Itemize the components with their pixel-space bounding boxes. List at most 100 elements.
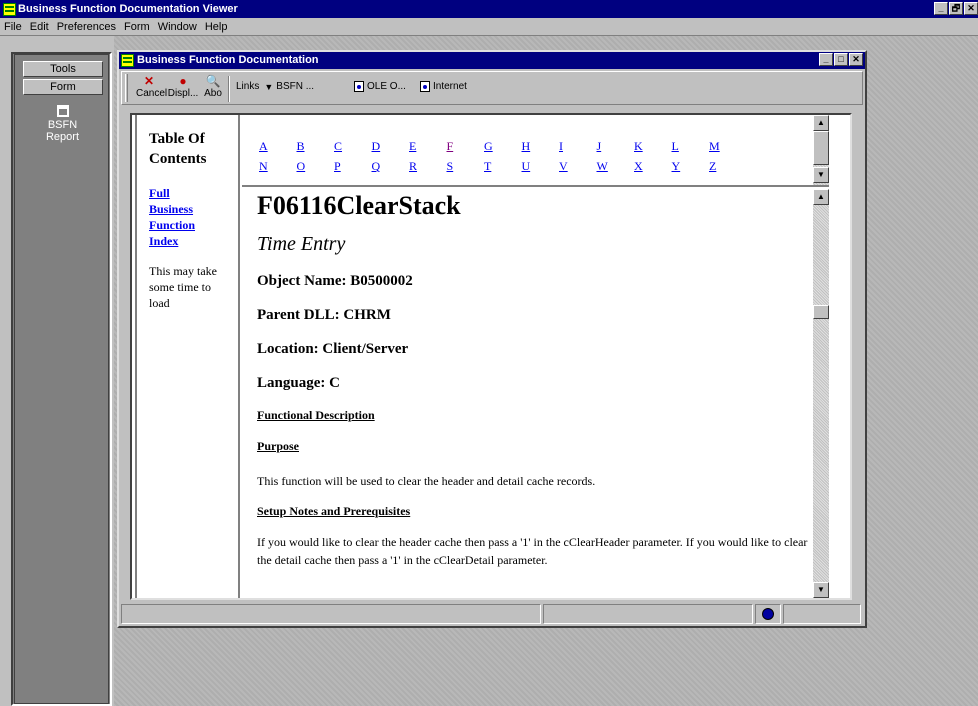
- about-button[interactable]: 🔍 Abo: [202, 74, 224, 99]
- about-icon: 🔍: [205, 74, 221, 88]
- letter-link[interactable]: D: [372, 139, 410, 154]
- globe-icon: [762, 608, 774, 620]
- child-minimize-button[interactable]: _: [819, 53, 833, 66]
- menu-help[interactable]: Help: [205, 21, 228, 33]
- purpose-heading: Purpose: [257, 439, 299, 453]
- child-close-button[interactable]: ✕: [849, 53, 863, 66]
- ole-doc-icon: [354, 81, 364, 92]
- alphabet-row-2: N O P Q R S T U V W X Y Z: [259, 159, 747, 174]
- child-maximize-button[interactable]: □: [834, 53, 848, 66]
- letter-link[interactable]: B: [297, 139, 335, 154]
- display-label: Displ...: [167, 88, 199, 99]
- links-label: Links: [236, 81, 260, 92]
- menu-file[interactable]: File: [4, 21, 22, 33]
- letter-link[interactable]: A: [259, 139, 297, 154]
- menu-bar: File Edit Preferences Form Window Help: [0, 18, 978, 36]
- letter-link[interactable]: Z: [709, 159, 747, 174]
- form-button[interactable]: Form: [23, 79, 103, 95]
- child-titlebar: Business Function Documentation _ □ ✕: [119, 52, 865, 69]
- dropdown-arrow-icon: ▼: [264, 81, 274, 92]
- status-pane-secondary: [543, 604, 753, 624]
- status-pane-end: [783, 604, 861, 624]
- scroll-up-arrow-icon[interactable]: ▲: [813, 115, 829, 131]
- bsfn-report-button[interactable]: BSFN Report: [15, 105, 110, 143]
- alphabet-scrollbar[interactable]: ▲ ▼: [813, 115, 829, 185]
- internet-link-button[interactable]: Internet: [420, 81, 467, 92]
- letter-link[interactable]: U: [522, 159, 560, 174]
- letter-link[interactable]: N: [259, 159, 297, 174]
- setup-heading: Setup Notes and Prerequisites: [257, 504, 411, 518]
- tools-button[interactable]: Tools: [23, 61, 103, 77]
- report-label: Report: [45, 131, 80, 143]
- toc-note: This may take some time to load: [149, 264, 217, 310]
- letter-link[interactable]: V: [559, 159, 597, 174]
- about-label: Abo: [204, 88, 222, 99]
- bsfn-link-label: BSFN ...: [276, 81, 315, 92]
- language: Language: C: [257, 375, 340, 391]
- window-icon: [121, 54, 134, 67]
- doc-scroll-up-arrow-icon[interactable]: ▲: [813, 189, 829, 205]
- status-pane-main: [121, 604, 541, 624]
- letter-link[interactable]: S: [447, 159, 485, 174]
- toc-frame: Table Of Contents Full Business Function…: [135, 115, 240, 598]
- location: Location: Client/Server: [257, 341, 409, 357]
- letter-link[interactable]: G: [484, 139, 522, 154]
- setup-text: If you would like to clear the header ca…: [257, 535, 808, 567]
- purpose-text: This function will be used to clear the …: [257, 474, 596, 488]
- menu-window[interactable]: Window: [158, 21, 197, 33]
- report-icon: [56, 105, 69, 117]
- cancel-button[interactable]: ✕ Cancel: [136, 74, 167, 99]
- letter-link[interactable]: C: [334, 139, 372, 154]
- links-dropdown[interactable]: Links ▼ BSFN ...: [236, 81, 314, 92]
- letter-link[interactable]: O: [297, 159, 335, 174]
- bsfn-label: BSFN: [47, 119, 78, 131]
- letter-link[interactable]: T: [484, 159, 522, 174]
- doc-scroll-thumb[interactable]: [813, 305, 829, 319]
- toc-title: Table Of Contents: [149, 131, 207, 167]
- side-panel: Tools Form BSFN Report: [11, 52, 112, 706]
- menu-preferences[interactable]: Preferences: [57, 21, 116, 33]
- menu-edit[interactable]: Edit: [30, 21, 49, 33]
- app-icon: [3, 3, 16, 16]
- letter-link[interactable]: I: [559, 139, 597, 154]
- letter-link[interactable]: E: [409, 139, 447, 154]
- letter-link[interactable]: Y: [672, 159, 710, 174]
- app-title: Business Function Documentation Viewer: [18, 3, 238, 15]
- child-title: Business Function Documentation: [137, 54, 319, 66]
- status-pane-globe: [755, 604, 781, 624]
- ole-label: OLE O...: [367, 81, 406, 92]
- letter-link[interactable]: Q: [372, 159, 410, 174]
- letter-link[interactable]: F: [447, 139, 485, 154]
- menu-form[interactable]: Form: [124, 21, 150, 33]
- restore-button[interactable]: 🗗: [949, 2, 963, 15]
- display-button[interactable]: ● Displ...: [166, 74, 200, 99]
- letter-link[interactable]: R: [409, 159, 447, 174]
- letter-link[interactable]: X: [634, 159, 672, 174]
- letter-link[interactable]: L: [672, 139, 710, 154]
- doc-scroll-down-arrow-icon[interactable]: ▼: [813, 582, 829, 598]
- ole-link-button[interactable]: OLE O...: [354, 81, 406, 92]
- document-frame: F06116ClearStack Time Entry Object Name:…: [242, 189, 829, 598]
- full-index-link[interactable]: Full Business Function Index: [149, 185, 209, 249]
- child-window-controls: _ □ ✕: [819, 53, 863, 66]
- letter-link[interactable]: M: [709, 139, 747, 154]
- app-titlebar: Business Function Documentation Viewer _…: [0, 0, 978, 18]
- close-button[interactable]: ✕: [964, 2, 978, 15]
- minimize-button[interactable]: _: [934, 2, 948, 15]
- window-controls: _ 🗗 ✕: [934, 2, 978, 15]
- object-name: Object Name: B0500002: [257, 273, 413, 289]
- scroll-thumb[interactable]: [813, 131, 829, 165]
- document-scrollbar[interactable]: ▲ ▼: [813, 189, 829, 598]
- letter-link[interactable]: W: [597, 159, 635, 174]
- cancel-x-icon: ✕: [143, 74, 155, 88]
- function-subtitle: Time Entry: [257, 233, 346, 255]
- internet-label: Internet: [433, 81, 467, 92]
- documentation-window: Business Function Documentation _ □ ✕ ✕ …: [117, 50, 867, 628]
- letter-link[interactable]: J: [597, 139, 635, 154]
- letter-link[interactable]: H: [522, 139, 560, 154]
- scroll-down-arrow-icon[interactable]: ▼: [813, 167, 829, 183]
- toolbar-grip[interactable]: [125, 74, 128, 102]
- letter-link[interactable]: P: [334, 159, 372, 174]
- content-frame: Table Of Contents Full Business Function…: [130, 113, 852, 600]
- letter-link[interactable]: K: [634, 139, 672, 154]
